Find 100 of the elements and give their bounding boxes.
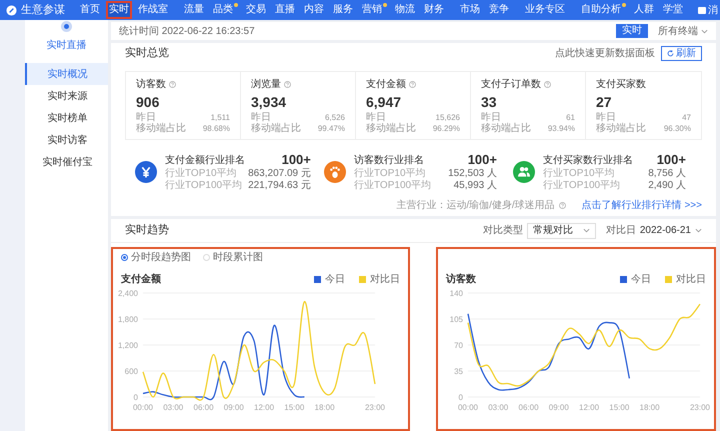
nav-tab[interactable]: 自助分析 xyxy=(578,1,628,19)
compare-value: 61 xyxy=(566,112,575,123)
x-tick-label: 18:00 xyxy=(640,403,660,412)
ranking-row-label: 行业TOP10平均 xyxy=(165,168,236,180)
refresh-button[interactable]: 刷新 xyxy=(661,46,702,60)
legend-label: 对比日 xyxy=(370,272,400,286)
nav-tab[interactable]: 人群 xyxy=(631,1,657,19)
metric-value: 3,934 xyxy=(251,93,288,112)
x-tick-label: 03:00 xyxy=(163,403,184,412)
compare-label: 昨日 xyxy=(251,112,271,123)
x-tick-label: 12:00 xyxy=(579,403,600,412)
compare-value: 1,511 xyxy=(210,112,230,123)
x-tick-label: 06:00 xyxy=(518,403,539,412)
sidebar-item[interactable]: 实时榜单 xyxy=(25,107,108,129)
nav-tab[interactable]: 流量 xyxy=(181,1,207,19)
y-tick-label: 140 xyxy=(450,289,463,298)
ranking-row-value: 221,794.63 元 xyxy=(248,180,311,192)
metric-label: 访客数 xyxy=(136,78,166,92)
ranking-value: 100+ xyxy=(282,152,311,168)
message-icon[interactable] xyxy=(698,6,706,14)
messages-link[interactable]: 消 xyxy=(708,2,718,18)
app-title: 生意参谋 xyxy=(21,2,65,18)
metric-value: 33 xyxy=(481,93,498,112)
y-tick-label: 0 xyxy=(458,393,463,402)
section-title: 实时总览 xyxy=(125,46,169,61)
legend-label: 对比日 xyxy=(676,272,706,286)
nav-tab[interactable]: 交易 xyxy=(243,1,269,19)
sidebar-title: 实时直播 xyxy=(46,38,86,53)
compare-label: 昨日 xyxy=(596,112,616,123)
ranking-row-value: 45,993 人 xyxy=(454,180,497,192)
help-icon[interactable] xyxy=(544,81,551,88)
help-icon[interactable] xyxy=(284,81,291,88)
compare-label: 昨日 xyxy=(136,112,156,123)
compare-label: 移动端占比 xyxy=(481,123,531,134)
caret-icon xyxy=(695,228,702,233)
nav-tab[interactable]: 首页 xyxy=(77,1,103,19)
compare-label: 移动端占比 xyxy=(596,123,646,134)
y-tick-label: 1,800 xyxy=(118,315,138,324)
x-tick-label: 18:00 xyxy=(314,403,335,412)
metric-label: 支付买家数 xyxy=(596,78,646,92)
nav-tab[interactable]: 内容 xyxy=(301,1,327,19)
terminal-dropdown[interactable]: 所有终端 xyxy=(658,24,708,38)
industry-ranking-link[interactable]: 点击了解行业排行详情 >>> xyxy=(582,198,702,213)
nav-tab[interactable]: 市场 xyxy=(457,1,483,19)
legend-label: 今日 xyxy=(325,272,345,286)
compare-label: 昨日 xyxy=(366,112,386,123)
y-tick-label: 0 xyxy=(134,393,138,402)
compare-day-select[interactable]: 2022-06-21 xyxy=(640,223,702,238)
nav-tab[interactable]: 作战室 xyxy=(135,1,171,19)
nav-tab[interactable]: 财务 xyxy=(421,1,447,19)
industry-text: 主营行业：运动/瑜伽/健身/球迷用品 xyxy=(396,198,555,213)
y-tick-label: 35 xyxy=(454,367,463,376)
radio-button[interactable] xyxy=(121,254,128,260)
ranking-row-value: 8,756 人 xyxy=(648,168,686,180)
sidebar-item[interactable]: 实时来源 xyxy=(25,85,108,107)
ranking-value: 100+ xyxy=(468,152,497,168)
help-icon[interactable] xyxy=(558,202,566,209)
help-icon[interactable] xyxy=(169,81,176,88)
compare-value: 98.68% xyxy=(202,123,230,134)
x-tick-label: 00:00 xyxy=(132,403,154,412)
nav-tab[interactable]: 业务专区 xyxy=(522,1,568,19)
x-tick-label: 23:00 xyxy=(364,403,386,412)
sidebar-item[interactable]: 实时催付宝 xyxy=(25,151,108,173)
radio-label: 时段累计图 xyxy=(213,250,263,264)
x-tick-label: 00:00 xyxy=(458,403,478,412)
nav-tab[interactable]: 直播 xyxy=(272,1,298,19)
caret-icon xyxy=(701,28,708,34)
realtime-button[interactable]: 实时 xyxy=(616,24,648,38)
logo-icon xyxy=(6,4,17,16)
x-tick-label: 03:00 xyxy=(488,403,508,412)
compare-value: 15,626 xyxy=(436,112,460,123)
sidebar-item[interactable]: 实时访客 xyxy=(25,129,108,151)
nav-tab[interactable]: 品类 xyxy=(210,1,240,19)
section-title: 实时趋势 xyxy=(125,222,169,238)
x-tick-label: 09:00 xyxy=(224,403,244,412)
stat-time: 统计时间 2022-06-22 16:23:57 xyxy=(119,24,255,38)
sidebar-item[interactable]: 实时概况 xyxy=(25,63,108,85)
compare-value: 96.29% xyxy=(432,123,460,134)
compare-value: 6,526 xyxy=(324,112,345,123)
chart-title: 支付金额 xyxy=(121,272,161,286)
ranking-row-label: 行业TOP100平均 xyxy=(165,180,242,192)
metric-label: 支付金额 xyxy=(366,78,406,92)
compare-value: 96.30% xyxy=(664,123,691,134)
help-icon[interactable] xyxy=(409,81,416,88)
nav-tab[interactable]: 实时 xyxy=(106,1,132,19)
compare-value: 93.94% xyxy=(548,123,575,134)
ranking-row-value: 152,503 人 xyxy=(448,168,497,180)
compare-day-label: 对比日 xyxy=(606,224,636,238)
caret-icon xyxy=(582,228,590,233)
nav-tab[interactable]: 竞争 xyxy=(486,1,512,19)
x-tick-label: 15:00 xyxy=(284,403,304,412)
compare-type-label: 对比类型 xyxy=(482,224,523,238)
ranking-row-value: 2,490 人 xyxy=(648,180,686,192)
compare-type-select[interactable]: 常规对比 xyxy=(526,222,596,238)
metric-value: 27 xyxy=(596,93,613,112)
nav-tab[interactable]: 学堂 xyxy=(660,1,686,19)
ranking-row-label: 行业TOP100平均 xyxy=(543,180,620,192)
nav-tab[interactable]: 物流 xyxy=(392,1,418,19)
nav-tab[interactable]: 服务 xyxy=(330,1,356,19)
nav-tab[interactable]: 营销 xyxy=(359,1,389,19)
